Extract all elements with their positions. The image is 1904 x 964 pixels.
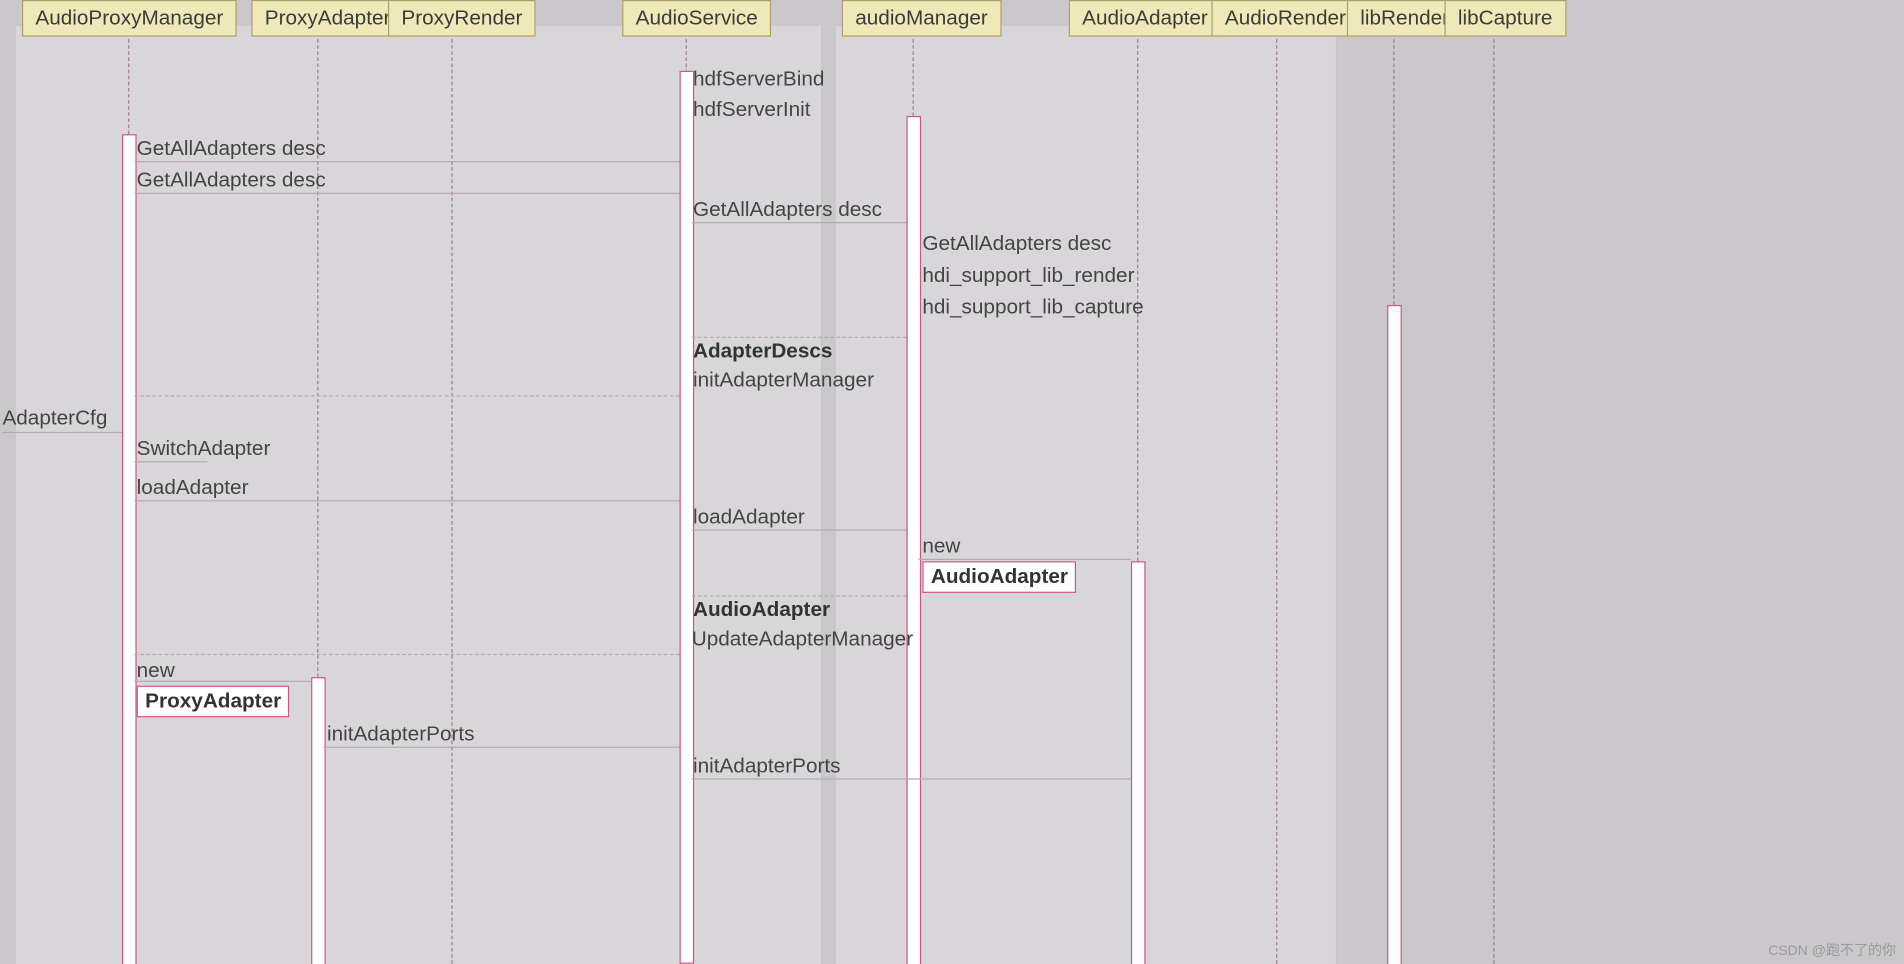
label-hdf-bind: hdfServerBind [693,67,824,91]
line-init-adapter-mgr [134,395,679,396]
label-hdi-capture: hdi_support_lib_capture [922,295,1143,319]
activation-audio-manager [906,116,921,964]
activation-lib-render [1387,305,1402,964]
line-update-mgr [134,654,679,655]
line-get-all-1 [134,161,679,162]
activation-proxy-manager [122,134,137,964]
line-adapter-descs [692,337,907,338]
lifeline-proxy-render: ProxyRender [388,0,536,37]
label-init-ports-2: initAdapterPorts [693,754,841,778]
line-get-all-2 [134,193,679,194]
lifeline-audio-render: AudioRender [1211,0,1359,37]
label-update-mgr: UpdateAdapterManager [692,627,913,651]
lifeline-audio-manager: audioManager [842,0,1001,37]
sequence-diagram: AudioProxyManager ProxyAdapter ProxyRend… [0,0,1898,964]
line-new-1 [919,559,1131,560]
activation-audio-adapter [1131,561,1146,964]
label-new-2: new [137,659,175,683]
line-load-adapter-2 [692,529,907,530]
label-get-all-2: GetAllAdapters desc [137,168,326,192]
lifeline-audio-adapter: AudioAdapter [1069,0,1222,37]
lifeline-audio-proxy-manager: AudioProxyManager [22,0,237,37]
label-load-adapter-2: loadAdapter [693,505,805,529]
line-audio-adapter-ret [692,595,907,596]
label-new-1: new [922,534,960,558]
label-hdf-init: hdfServerInit [693,98,811,122]
label-hdi-render: hdi_support_lib_render [922,264,1134,288]
label-audio-adapter-box: AudioAdapter [922,561,1076,593]
label-adapter-descs: AdapterDescs [693,339,832,363]
lifeline-lib-capture: libCapture [1444,0,1565,37]
line-load-adapter-1 [134,500,679,501]
label-audio-adapter-ret: AudioAdapter [693,598,830,622]
label-get-all-3: GetAllAdapters desc [693,198,882,222]
label-init-adapter-mgr: initAdapterManager [693,368,874,392]
label-get-all-1: GetAllAdapters desc [137,137,326,161]
line-adapter-cfg [2,432,122,433]
label-adapter-cfg: AdapterCfg [2,406,107,430]
line-init-ports-1 [323,747,679,748]
label-switch-adapter: SwitchAdapter [137,437,271,461]
lifeline-audio-service: AudioService [622,0,771,37]
stem-audio-render [1276,39,1277,964]
stem-lib-capture [1493,39,1494,964]
label-init-ports-1: initAdapterPorts [327,722,475,746]
line-init-ports-2 [692,778,1131,779]
line-switch-adapter [134,461,207,462]
watermark: CSDN @跑不了的你 [1768,940,1896,960]
label-proxy-adapter-box: ProxyAdapter [137,686,290,718]
label-get-all-4: GetAllAdapters desc [922,232,1111,256]
stem-proxy-render [451,39,452,964]
line-new-2 [134,681,311,682]
line-get-all-3 [692,222,907,223]
label-load-adapter-1: loadAdapter [137,476,249,500]
activation-proxy-adapter [311,677,326,964]
lifeline-proxy-adapter: ProxyAdapter [251,0,404,37]
